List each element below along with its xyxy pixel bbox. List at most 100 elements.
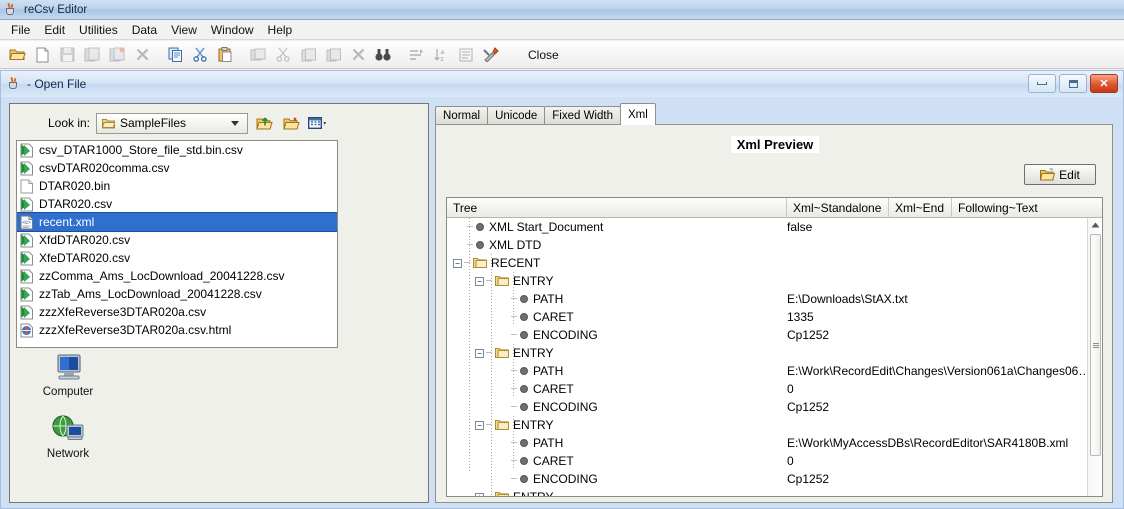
place-network[interactable]: Network [22, 414, 114, 460]
tree-connector: ┄ [486, 275, 494, 287]
tree-connector: ┄ [486, 491, 494, 497]
file-list-item[interactable]: csvDTAR020comma.csv [17, 159, 337, 177]
tree-row[interactable]: + ┄ ENTRY [447, 488, 1102, 497]
column-header-following-text[interactable]: Following~Text [952, 198, 1089, 218]
cut-scissors-icon[interactable] [188, 43, 212, 67]
tree-row[interactable]: − ┄ ENTRY [447, 344, 1102, 362]
edit-button[interactable]: Edit [1024, 164, 1096, 185]
xml-tree-table[interactable]: Tree Xml~Standalone Xml~End Following~Te… [446, 197, 1103, 497]
open-folder-icon[interactable] [5, 43, 29, 67]
close-tab-button[interactable]: Close [520, 46, 567, 64]
tree-row[interactable]: ┄ CARET 1335 [447, 308, 1102, 326]
view-menu-button[interactable] [307, 112, 329, 134]
tree-connector: ┄ [511, 329, 519, 341]
file-name: zzzXfeReverse3DTAR020a.csv.html [39, 323, 232, 337]
up-one-level-button[interactable] [253, 112, 275, 134]
tree-row[interactable]: ┄ PATH E:\Work\MyAccessDBs\RecordEditor\… [447, 434, 1102, 452]
file-list[interactable]: csv_DTAR1000_Store_file_std.bin.csv csvD… [16, 140, 338, 348]
tree-connector: ┄ [511, 293, 519, 305]
java-cup-icon [4, 2, 18, 17]
menu-file[interactable]: File [4, 21, 37, 39]
file-list-item[interactable]: csv_DTAR1000_Store_file_std.bin.csv [17, 141, 337, 159]
tab-xml[interactable]: Xml [619, 103, 656, 125]
tree-row[interactable]: ┄ CARET 0 [447, 452, 1102, 470]
column-header-xml-end[interactable]: Xml~End [889, 198, 952, 218]
tree-row[interactable]: ┄ PATH E:\Downloads\StAX.txt [447, 290, 1102, 308]
cell-xml-standalone: E:\Work\MyAccessDBs\RecordEditor\SAR4180… [787, 436, 1069, 450]
paste-clipboard-icon[interactable] [213, 43, 237, 67]
file-name: zzTab_Ams_LocDownload_20041228.csv [39, 287, 262, 301]
menu-data[interactable]: Data [125, 21, 164, 39]
tree-node-label: XML DTD [489, 238, 542, 252]
record-cut-icon [271, 43, 295, 67]
collapse-toggle[interactable]: − [475, 348, 484, 358]
file-list-item[interactable]: XfdDTAR020.csv [17, 231, 337, 249]
scroll-up-arrow-icon[interactable] [1088, 218, 1102, 232]
menu-view[interactable]: View [164, 21, 204, 39]
file-list-item[interactable]: zzComma_Ams_LocDownload_20041228.csv [17, 267, 337, 285]
tree-node-label: ENTRY [513, 346, 554, 360]
bullet-icon [520, 331, 529, 339]
file-name: zzzXfeReverse3DTAR020a.csv [39, 305, 207, 319]
tree-connector: ┄ [467, 239, 475, 251]
file-list-item[interactable]: zzzXfeReverse3DTAR020a.csv [17, 303, 337, 321]
menu-edit[interactable]: Edit [37, 21, 72, 39]
expand-toggle[interactable]: + [475, 492, 484, 496]
find-binoculars-icon[interactable] [371, 43, 395, 67]
create-new-folder-button[interactable] [280, 112, 302, 134]
collapse-toggle[interactable]: − [475, 276, 484, 286]
svg-text:z: z [441, 56, 444, 62]
tree-row[interactable]: ┄ PATH E:\Work\RecordEdit\Changes\Versio… [447, 362, 1102, 380]
tab-normal[interactable]: Normal [435, 106, 489, 125]
new-file-icon[interactable] [30, 43, 54, 67]
xml-icon: <©> [20, 215, 34, 230]
column-header-xml-standalone[interactable]: Xml~Standalone [787, 198, 889, 218]
tree-row[interactable]: ┄ XML DTD [447, 236, 1102, 254]
collapse-toggle[interactable]: − [475, 420, 484, 430]
menu-utilities[interactable]: Utilities [72, 21, 125, 39]
tree-node-label: ENTRY [513, 418, 554, 432]
menu-help[interactable]: Help [261, 21, 300, 39]
bullet-icon [520, 385, 529, 393]
look-in-combobox[interactable]: SampleFiles [96, 112, 248, 134]
open-file-dialog: - Open File ✕ Look in: SampleFiles Compu… [0, 70, 1124, 509]
tree-row[interactable]: ┄ ENCODING Cp1252 [447, 470, 1102, 488]
file-list-item[interactable]: zzzXfeReverse3DTAR020a.csv.html [17, 321, 337, 339]
csv-icon [20, 269, 34, 284]
file-name: csv_DTAR1000_Store_file_std.bin.csv [39, 143, 243, 157]
tree-node-label: CARET [533, 310, 574, 324]
tools-icon[interactable] [479, 43, 503, 67]
minimize-button[interactable] [1028, 74, 1056, 93]
tree-row[interactable]: ┄ ENCODING Cp1252 [447, 398, 1102, 416]
place-computer[interactable]: Computer [22, 352, 114, 398]
maximize-button[interactable] [1059, 74, 1087, 93]
scrollbar-thumb[interactable] [1090, 234, 1101, 456]
tree-node-label: PATH [533, 436, 564, 450]
copy-icon[interactable] [163, 43, 187, 67]
file-list-item[interactable]: DTAR020.csv [17, 195, 337, 213]
cell-xml-standalone: 1335 [787, 310, 814, 324]
tree-row[interactable]: ┄ XML Start_Document false [447, 218, 1102, 236]
tree-node-label: ENTRY [513, 274, 554, 288]
tab-fixed-width[interactable]: Fixed Width [544, 106, 621, 125]
close-button[interactable]: ✕ [1090, 74, 1118, 93]
tree-node-label: ENTRY [513, 490, 554, 497]
computer-icon [57, 354, 81, 380]
folder-icon [495, 275, 510, 287]
column-header-tree[interactable]: Tree [447, 198, 787, 218]
tree-row[interactable]: − ┄ RECENT [447, 254, 1102, 272]
file-list-item[interactable]: XfeDTAR020.csv [17, 249, 337, 267]
tree-row[interactable]: − ┄ ENTRY [447, 416, 1102, 434]
tab-unicode[interactable]: Unicode [487, 106, 546, 125]
file-list-item[interactable]: DTAR020.bin [17, 177, 337, 195]
file-list-item-selected[interactable]: <©> recent.xml [17, 212, 337, 232]
record-copy-icon [246, 43, 270, 67]
tree-vertical-scrollbar[interactable] [1087, 218, 1102, 496]
tree-row[interactable]: ┄ CARET 0 [447, 380, 1102, 398]
menu-window[interactable]: Window [204, 21, 261, 39]
tree-row[interactable]: − ┄ ENTRY [447, 272, 1102, 290]
tree-row[interactable]: ┄ ENCODING Cp1252 [447, 326, 1102, 344]
file-list-item[interactable]: zzTab_Ams_LocDownload_20041228.csv [17, 285, 337, 303]
file-chooser-panel: Look in: SampleFiles Computer Network cs… [9, 103, 429, 503]
collapse-toggle[interactable]: − [453, 258, 462, 268]
